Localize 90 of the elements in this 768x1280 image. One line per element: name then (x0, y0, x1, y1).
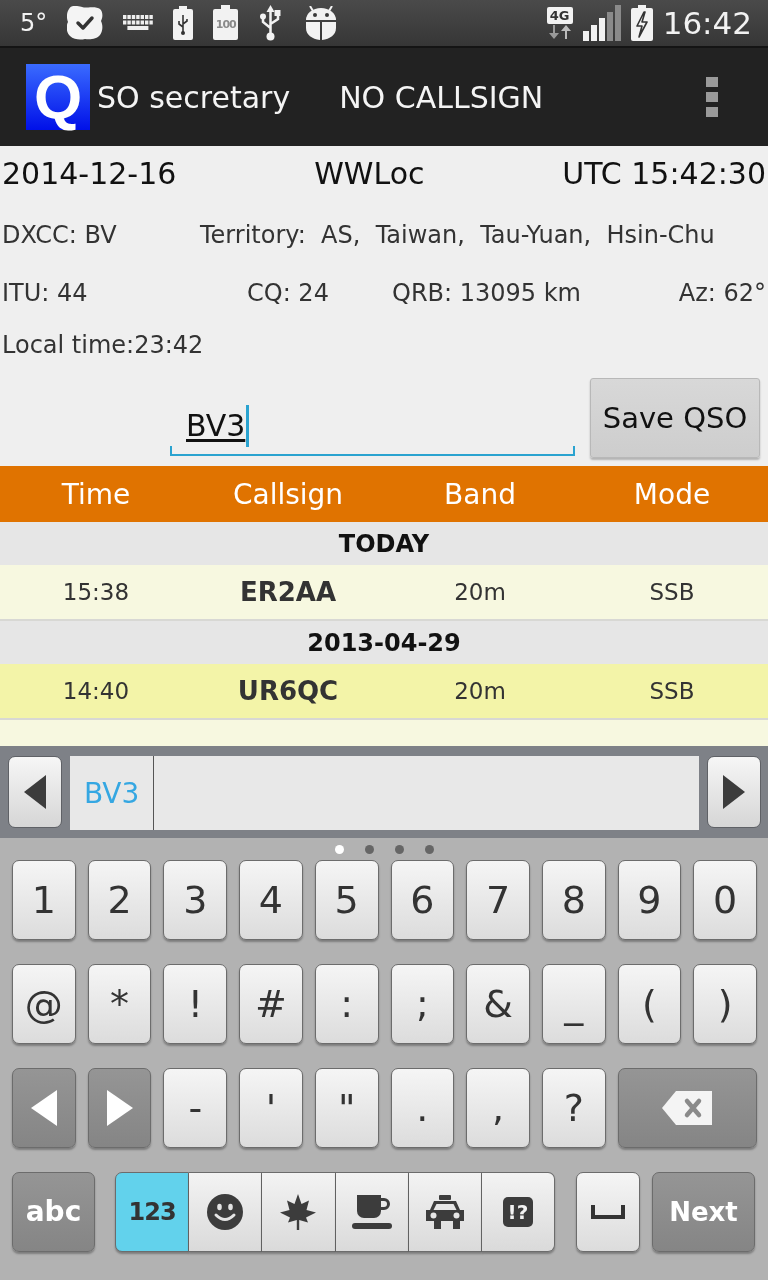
text-cursor (246, 405, 250, 447)
backspace-key[interactable] (617, 1068, 757, 1148)
keyboard-key[interactable]: # (239, 964, 303, 1044)
keyboard-key[interactable]: ( (617, 964, 682, 1044)
right-triangle-icon (106, 1090, 133, 1126)
territory-text: Territory: AS, Taiwan, Tau-Yuan, Hsin-Chu (200, 221, 715, 249)
previous-candidates-button[interactable] (8, 756, 62, 828)
column-header: Mode (633, 477, 711, 511)
symbol-category-tab[interactable]: 123 (115, 1172, 190, 1252)
car-icon (424, 1195, 465, 1229)
signal-icon (582, 5, 621, 41)
battery-charging-icon (630, 5, 653, 41)
symbol-category-tab[interactable] (189, 1172, 263, 1252)
keyboard-key[interactable]: " (314, 1068, 379, 1148)
keyboard-key[interactable]: @ (12, 964, 76, 1044)
callsign-cell: ER2AA (239, 577, 337, 607)
overflow-menu-icon[interactable] (706, 77, 718, 117)
date-text: 2014-12-16 (2, 155, 177, 191)
keyboard-icon (123, 15, 154, 31)
keyboard-key[interactable]: ) (693, 964, 757, 1044)
app-logo: Q (26, 64, 90, 130)
date-section-header: TODAY (0, 522, 768, 565)
keyboard-key[interactable]: ; (390, 964, 455, 1044)
right-triangle-icon (723, 775, 745, 809)
cursor-left-key[interactable] (12, 1068, 76, 1148)
keyboard-key[interactable]: 4 (239, 860, 303, 940)
keyboard-key[interactable]: : (314, 964, 379, 1044)
battery-usb-icon (173, 6, 194, 40)
temperature-text: 5° (20, 11, 48, 35)
callsign-cell: UR6QC (237, 676, 339, 706)
next-candidates-button[interactable] (707, 756, 761, 828)
keyboard-key[interactable]: 9 (617, 860, 682, 940)
symbol-category-tab[interactable] (335, 1172, 409, 1252)
keyboard-key[interactable]: . (390, 1068, 455, 1148)
distance-text: QRB: 13095 km (392, 279, 581, 307)
callsign-status: NO CALLSIGN (339, 79, 544, 115)
usb-icon (258, 5, 284, 41)
keyboard-key[interactable]: 8 (541, 860, 606, 940)
column-header: Callsign (232, 477, 344, 511)
symbol-category-tab[interactable]: !? (481, 1172, 556, 1252)
keyboard-key[interactable]: 0 (693, 860, 757, 940)
date-section-header: 2013-04-29 (0, 621, 768, 664)
keyboard-key[interactable]: ' (239, 1068, 303, 1148)
maple-leaf-icon (280, 1194, 317, 1230)
keyboard-key[interactable]: 7 (466, 860, 530, 940)
left-triangle-icon (30, 1090, 57, 1126)
keyboard-key[interactable]: , (466, 1068, 530, 1148)
cq-zone-text: CQ: 24 (247, 279, 329, 307)
keyboard-key[interactable]: ? (541, 1068, 606, 1148)
coffee-cup-icon (351, 1195, 392, 1229)
space-key[interactable] (576, 1172, 640, 1252)
log-row[interactable]: 14:40 UR6QC 20m SSB (0, 664, 768, 720)
network-type: 4G (546, 7, 573, 24)
utc-time-text: UTC 15:42:30 (562, 155, 766, 191)
column-header: Time (61, 477, 131, 511)
data-arrows-icon (546, 25, 573, 39)
locator-text: WWLoc (314, 155, 425, 191)
column-header: Band (444, 477, 516, 511)
backspace-icon (662, 1091, 713, 1125)
app-title: SO secretary (97, 79, 291, 115)
local-time-text: Local time:23:42 (2, 331, 204, 359)
azimuth-text: Az: 62° (678, 279, 766, 307)
check-bubble-icon (67, 6, 104, 40)
keyboard-key[interactable]: 1 (12, 860, 76, 940)
smiley-icon (207, 1194, 244, 1230)
keyboard-key[interactable]: _ (541, 964, 606, 1044)
time-cell: 14:40 (62, 678, 130, 704)
symbol-category-tab[interactable] (408, 1172, 482, 1252)
keyboard-key[interactable]: - (163, 1068, 228, 1148)
keyboard-key[interactable]: 6 (390, 860, 455, 940)
callsign-input[interactable]: BV3 (170, 386, 575, 456)
keyboard-key[interactable]: 5 (314, 860, 379, 940)
itu-zone-text: ITU: 44 (2, 279, 88, 307)
band-cell: 20m (454, 678, 506, 704)
mode-cell: SSB (649, 678, 695, 704)
save-qso-button[interactable]: Save QSO (590, 378, 760, 458)
dxcc-text: DXCC: BV (2, 221, 117, 249)
clock-text: 16:42 (662, 7, 752, 39)
time-cell: 15:38 (62, 579, 130, 605)
keyboard-key[interactable]: ! (163, 964, 228, 1044)
keyboard-key[interactable]: & (466, 964, 530, 1044)
keyboard-key[interactable]: 3 (163, 860, 228, 940)
keyboard-key[interactable]: * (87, 964, 152, 1044)
band-cell: 20m (454, 579, 506, 605)
keyboard-key[interactable]: 2 (87, 860, 152, 940)
space-bar-icon (591, 1205, 625, 1219)
mode-cell: SSB (649, 579, 695, 605)
symbol-category-tab[interactable] (262, 1172, 336, 1252)
cursor-right-key[interactable] (87, 1068, 152, 1148)
left-triangle-icon (24, 775, 46, 809)
